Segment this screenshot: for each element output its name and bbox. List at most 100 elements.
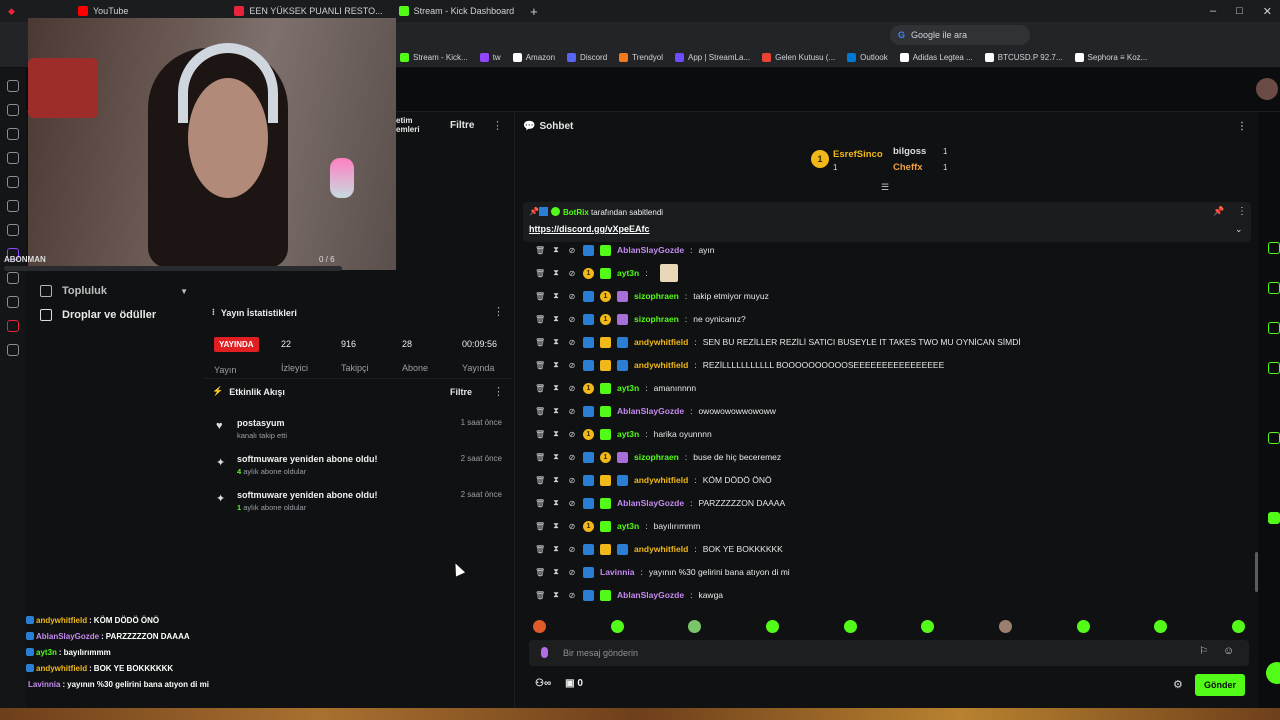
notes-icon[interactable] xyxy=(7,176,19,188)
delete-icon[interactable]: 🗑 xyxy=(535,499,545,508)
add-panel-icon[interactable] xyxy=(7,344,19,356)
timeout-icon[interactable]: ⧗ xyxy=(551,429,561,439)
delete-icon[interactable]: 🗑 xyxy=(535,315,545,324)
search-field[interactable]: G Google ile ara xyxy=(890,25,1030,45)
timeout-icon[interactable]: ⧗ xyxy=(551,521,561,531)
chat-username[interactable]: sizophraen xyxy=(634,314,679,324)
web-panel-icon[interactable] xyxy=(7,296,19,308)
avatar[interactable] xyxy=(1256,78,1278,100)
chat-message[interactable]: 🗑 ⧗ ⊘ 1 sizophraen: ne oynicanız? xyxy=(535,309,746,329)
emote-icon[interactable] xyxy=(533,619,546,633)
chat-message[interactable]: 🗑 ⧗ ⊘ AblanSlayGozde: PARZZZZZON DAAAA xyxy=(535,493,785,513)
rail-icon[interactable] xyxy=(1268,282,1280,294)
leader-name[interactable]: bilgoss xyxy=(893,146,926,157)
chat-username[interactable]: AblanSlayGozde xyxy=(617,590,684,600)
chat-message[interactable]: 🗑 ⧗ ⊘ 1 ayt3n: bayılırımmm xyxy=(535,516,700,536)
leader-name[interactable]: Cheffx xyxy=(893,162,923,173)
ban-icon[interactable]: ⊘ xyxy=(567,453,577,462)
rail-icon[interactable] xyxy=(1268,512,1280,524)
ban-icon[interactable]: ⊘ xyxy=(567,430,577,439)
chat-username[interactable]: andywhitfield xyxy=(634,475,688,485)
emote-icon[interactable] xyxy=(610,619,624,633)
delete-icon[interactable]: 🗑 xyxy=(535,453,545,462)
timeout-icon[interactable]: ⧗ xyxy=(551,337,561,347)
ban-icon[interactable]: ⊘ xyxy=(567,315,577,324)
web-panel-icon[interactable] xyxy=(7,320,19,332)
chat-username[interactable]: AblanSlayGozde xyxy=(617,406,684,416)
nav-item-community[interactable]: Topluluk ▼ xyxy=(26,280,202,302)
delete-icon[interactable]: 🗑 xyxy=(535,476,545,485)
chat-username[interactable]: Lavinnia xyxy=(600,567,634,577)
chat-message[interactable]: 🗑 ⧗ ⊘ AblanSlayGozde: ayın xyxy=(535,240,715,260)
web-panel-icon[interactable] xyxy=(7,272,19,284)
bookmark-item[interactable]: Stream - Kick... xyxy=(400,53,468,62)
chat-username[interactable]: andywhitfield xyxy=(634,544,688,554)
kebab-menu-icon[interactable]: ⋮ xyxy=(1237,121,1247,132)
nav-item-drops[interactable]: Droplar ve ödüller xyxy=(26,302,202,328)
bookmark-item[interactable]: App | StreamLa... xyxy=(675,53,750,62)
timeout-icon[interactable]: ⧗ xyxy=(551,475,561,485)
browser-tab-kick[interactable]: Stream - Kick Dashboard xyxy=(391,0,523,22)
chat-bubble-icon[interactable] xyxy=(1266,662,1280,684)
microphone-icon[interactable] xyxy=(541,647,548,658)
timeout-icon[interactable]: ⧗ xyxy=(551,406,561,416)
bookmark-item[interactable]: Outlook xyxy=(847,53,888,62)
filter-lines-icon[interactable]: ☰ xyxy=(881,182,889,193)
emote-icon[interactable] xyxy=(998,619,1012,633)
ban-icon[interactable]: ⊘ xyxy=(567,522,577,531)
delete-icon[interactable]: 🗑 xyxy=(535,407,545,416)
window-icon[interactable] xyxy=(7,224,19,236)
translate-icon[interactable] xyxy=(7,200,19,212)
bookmark-item[interactable]: Trendyol xyxy=(619,53,663,62)
close-icon[interactable]: ✕ xyxy=(1263,5,1272,18)
timeout-icon[interactable]: ⧗ xyxy=(551,452,561,462)
chat-username[interactable]: ayt3n xyxy=(617,521,639,531)
gear-icon[interactable]: ⚙ xyxy=(1173,678,1183,691)
chat-message[interactable]: 🗑 ⧗ ⊘ andywhitfield: SEN BU REZİLLER REZİLİ … xyxy=(535,332,1021,352)
rail-icon[interactable] xyxy=(1268,322,1280,334)
bookmark-item[interactable]: tw xyxy=(479,53,501,62)
emote-icon[interactable] xyxy=(843,619,857,633)
chat-message[interactable]: 🗑 ⧗ ⊘ 1 ayt3n: amanınnnn xyxy=(535,378,696,398)
emote-icon[interactable] xyxy=(765,619,779,633)
delete-icon[interactable]: 🗑 xyxy=(535,430,545,439)
timeout-icon[interactable]: ⧗ xyxy=(551,245,561,255)
timeout-icon[interactable]: ⧗ xyxy=(551,314,561,324)
chat-username[interactable]: andywhitfield xyxy=(634,360,688,370)
pin-icon[interactable]: 📌 xyxy=(1213,206,1224,217)
delete-icon[interactable]: 🗑 xyxy=(535,292,545,301)
bookmark-item[interactable]: BTCUSD.P 92.7... xyxy=(984,53,1063,62)
timeout-icon[interactable]: ⧗ xyxy=(551,268,561,278)
pinned-link[interactable]: https://discord.gg/vXpeEAfc xyxy=(529,224,650,234)
chat-message[interactable]: 🗑 ⧗ ⊘ AblanSlayGozde: owowowowwowoww xyxy=(535,401,776,421)
delete-icon[interactable]: 🗑 xyxy=(535,384,545,393)
emote-icon[interactable] xyxy=(1154,619,1168,633)
ban-icon[interactable]: ⊘ xyxy=(567,591,577,600)
timeout-icon[interactable]: ⧗ xyxy=(551,498,561,508)
chevron-down-icon[interactable]: ⌄ xyxy=(1235,224,1243,235)
chat-message[interactable]: 🗑 ⧗ ⊘ andywhitfield: KÖM DÖDÖ ÖNÖ xyxy=(535,470,772,490)
emote-icon[interactable] xyxy=(921,619,935,633)
chat-username[interactable]: ayt3n xyxy=(617,429,639,439)
minimize-icon[interactable]: – xyxy=(1210,5,1216,17)
delete-icon[interactable]: 🗑 xyxy=(535,338,545,347)
chat-message[interactable]: 🗑 ⧗ ⊘ 1 ayt3n: harika oyunnnn xyxy=(535,424,712,444)
ban-icon[interactable]: ⊘ xyxy=(567,545,577,554)
ban-icon[interactable]: ⊘ xyxy=(567,269,577,278)
chat-username[interactable]: sizophraen xyxy=(634,291,679,301)
bookmark-item[interactable]: Amazon xyxy=(512,53,555,62)
chat-username[interactable]: andywhitfield xyxy=(634,337,688,347)
emote-icon[interactable] xyxy=(1231,619,1245,633)
bookmark-item[interactable]: Adidas Legtea ... xyxy=(899,53,973,62)
rail-icon[interactable] xyxy=(1268,362,1280,374)
chat-message[interactable]: 🗑 ⧗ ⊘ AblanSlayGozde: kawga xyxy=(535,585,723,605)
chat-username[interactable]: ayt3n xyxy=(617,268,639,278)
timeout-icon[interactable]: ⧗ xyxy=(551,590,561,600)
bookmark-item[interactable]: Sephora ≡ Koz... xyxy=(1074,53,1147,62)
bookmark-item[interactable]: Gelen Kutusu (... xyxy=(762,53,835,62)
emoji-icon[interactable]: ☺ xyxy=(1223,645,1234,657)
delete-icon[interactable]: 🗑 xyxy=(535,246,545,255)
chat-message[interactable]: 🗑 ⧗ ⊘ Lavinnia: yayının %30 gelirini bana at… xyxy=(535,562,790,582)
timeout-icon[interactable]: ⧗ xyxy=(551,544,561,554)
ban-icon[interactable]: ⊘ xyxy=(567,407,577,416)
